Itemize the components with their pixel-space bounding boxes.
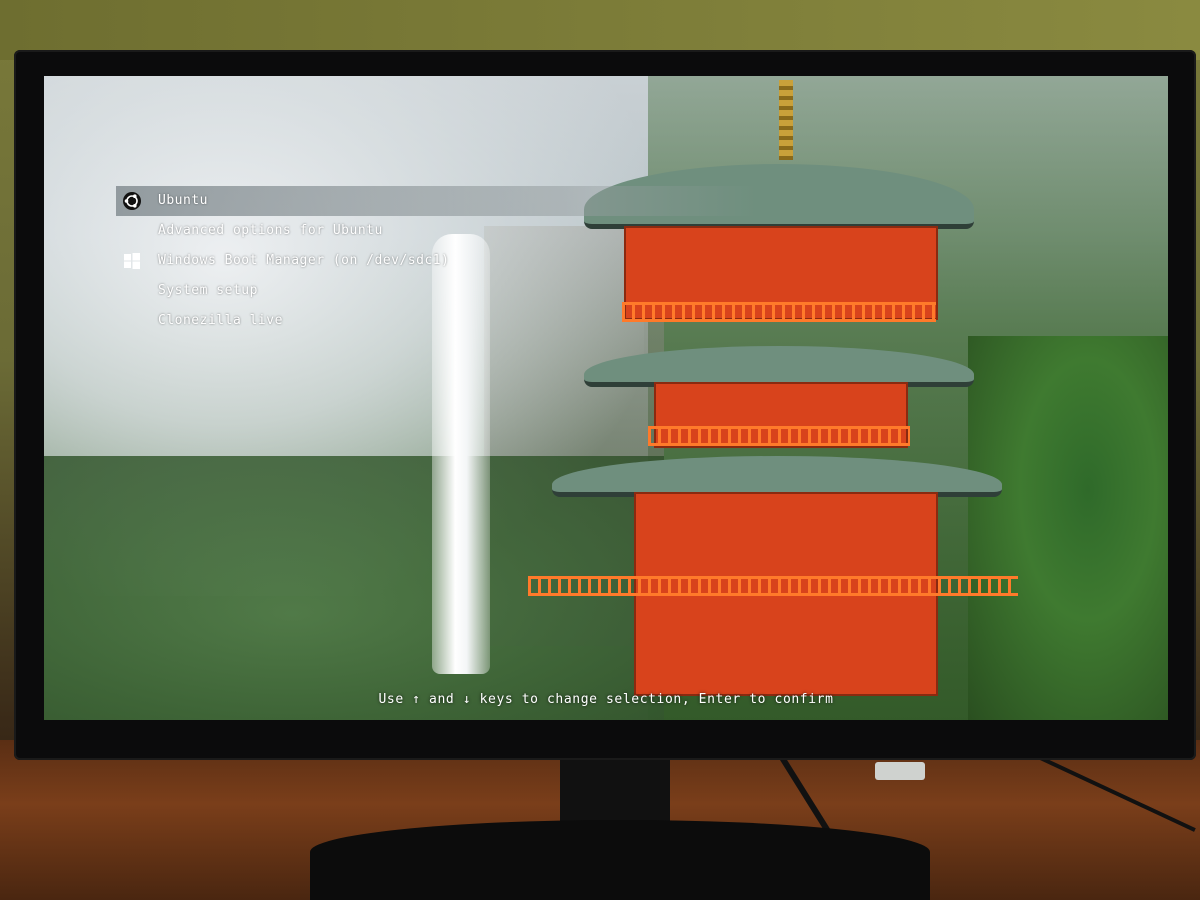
boot-menu: Ubuntu Advanced options for Ubuntu Windo… (116, 186, 756, 336)
monitor-base (310, 820, 930, 900)
boot-entry-windows[interactable]: Windows Boot Manager (on /dev/sdc1) (116, 246, 756, 276)
pagoda-spire (779, 80, 793, 160)
windows-logo-icon (124, 253, 140, 269)
boot-entry-advanced-ubuntu[interactable]: Advanced options for Ubuntu (116, 216, 756, 246)
boot-entry-system-setup[interactable]: System setup (116, 276, 756, 306)
boot-entry-clonezilla[interactable]: Clonezilla live (116, 306, 756, 336)
cable-plug (875, 762, 925, 780)
ubuntu-logo-icon (123, 192, 141, 210)
boot-entry-label: System setup (158, 283, 258, 298)
boot-entry-label: Windows Boot Manager (on /dev/sdc1) (158, 253, 450, 268)
boot-entry-label: Clonezilla live (158, 313, 283, 328)
boot-screen: Ubuntu Advanced options for Ubuntu Windo… (44, 76, 1168, 720)
pagoda-rail (648, 426, 910, 446)
boot-instructions: Use ↑ and ↓ keys to change selection, En… (378, 692, 834, 707)
pagoda-rail (528, 576, 1018, 596)
boot-entry-label: Advanced options for Ubuntu (158, 223, 383, 238)
boot-entry-label: Ubuntu (158, 193, 208, 208)
boot-entry-ubuntu[interactable]: Ubuntu (116, 186, 756, 216)
wallpaper-trees (968, 336, 1168, 720)
